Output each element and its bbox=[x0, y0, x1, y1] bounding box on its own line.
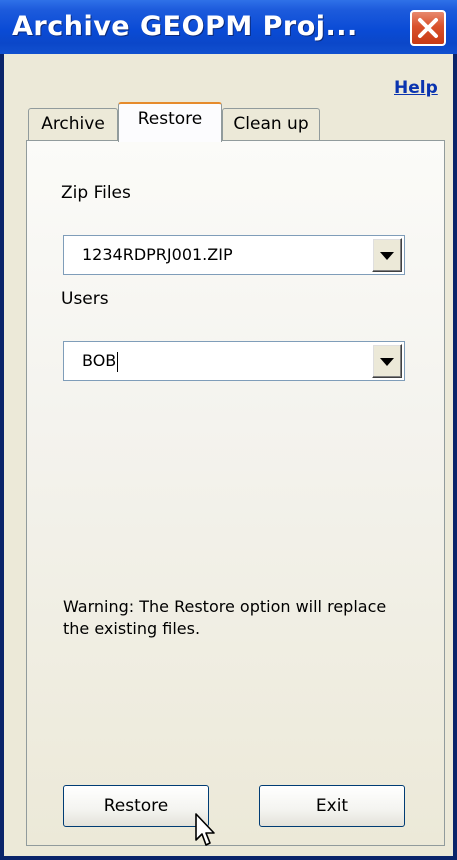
window-title: Archive GEOPM Proj... bbox=[12, 11, 358, 42]
exit-button[interactable]: Exit bbox=[259, 785, 405, 827]
zip-files-dropdown-button[interactable] bbox=[372, 238, 402, 272]
zip-files-dropdown[interactable]: 1234RDPRJ001.ZIP bbox=[63, 235, 405, 275]
close-button[interactable] bbox=[410, 10, 446, 46]
restore-button[interactable]: Restore bbox=[63, 785, 209, 827]
users-dropdown[interactable]: BOB bbox=[63, 341, 405, 381]
restore-warning-text: Warning: The Restore option will replace… bbox=[63, 597, 387, 638]
text-caret bbox=[117, 351, 119, 372]
tab-clean-up[interactable]: Clean up bbox=[222, 108, 320, 140]
tab-archive[interactable]: Archive bbox=[28, 108, 118, 140]
chevron-down-icon bbox=[380, 358, 394, 366]
users-value-text: BOB bbox=[82, 351, 117, 370]
dialog-body: Help Archive Restore Clean up Zip Files … bbox=[4, 54, 453, 856]
tab-restore[interactable]: Restore bbox=[118, 102, 222, 142]
zip-files-label: Zip Files bbox=[61, 183, 131, 203]
mouse-pointer-icon bbox=[195, 813, 215, 846]
title-bar[interactable]: Archive GEOPM Proj... bbox=[0, 0, 457, 54]
zip-files-value: 1234RDPRJ001.ZIP bbox=[82, 245, 233, 264]
users-value: BOB bbox=[82, 342, 119, 380]
users-label: Users bbox=[61, 289, 109, 309]
dialog-window: Archive GEOPM Proj... Help Archive Resto… bbox=[0, 0, 457, 860]
chevron-down-icon bbox=[380, 252, 394, 260]
restore-tab-panel: Zip Files 1234RDPRJ001.ZIP Users BOB War… bbox=[26, 140, 445, 846]
help-link[interactable]: Help bbox=[394, 78, 438, 98]
close-icon bbox=[418, 18, 438, 38]
users-dropdown-button[interactable] bbox=[372, 344, 402, 378]
